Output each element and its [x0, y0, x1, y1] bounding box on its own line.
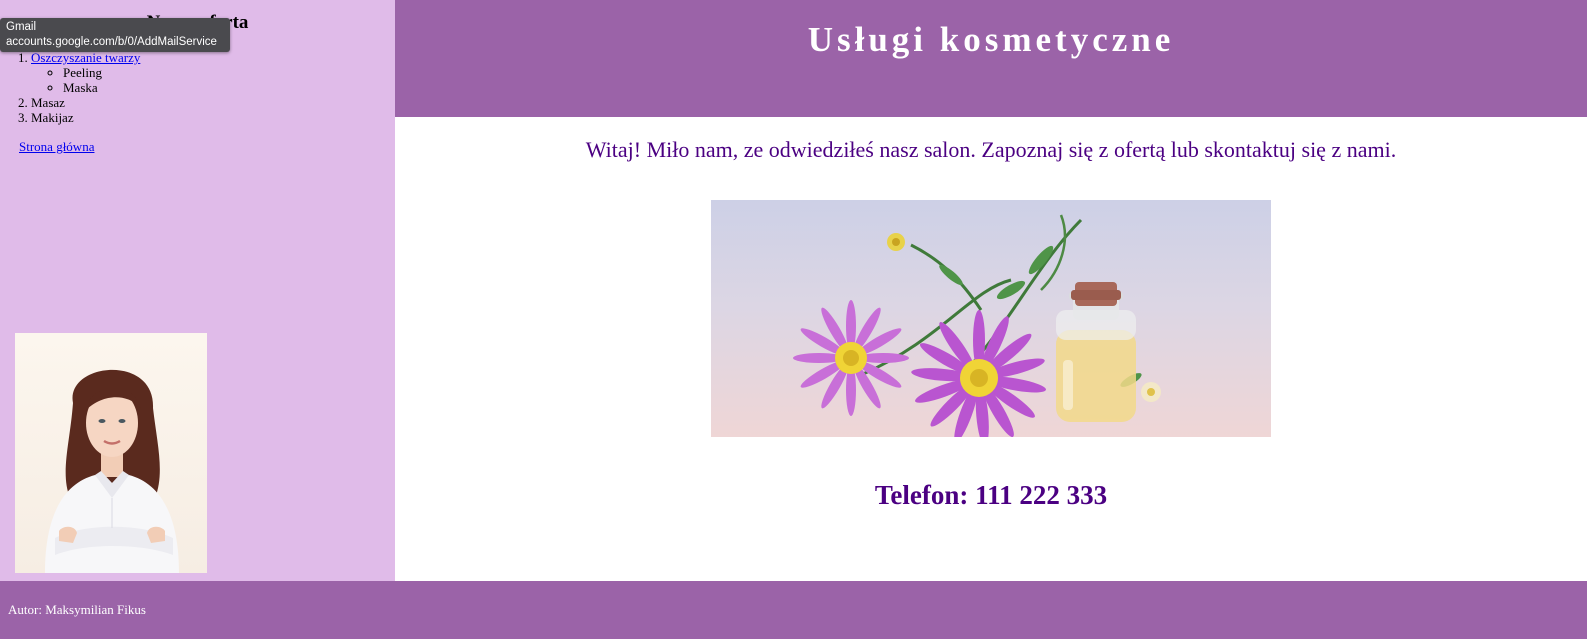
- portrait-photo: [15, 333, 207, 573]
- home-page-link[interactable]: Strona główna: [19, 139, 94, 155]
- offer-subitem-peeling: Peeling: [63, 65, 140, 80]
- main-content: Witaj! Miło nam, ze odwiedziłeś nasz sal…: [395, 117, 1587, 581]
- footer: Autor: Maksymilian Fikus: [0, 581, 1587, 639]
- banner-flowers-image: [711, 200, 1271, 437]
- offer-link-face-cleansing[interactable]: Oszczyszanie twarzy: [31, 50, 140, 65]
- welcome-text: Witaj! Miło nam, ze odwiedziłeś nasz sal…: [585, 137, 1397, 162]
- page-title: Usługi kosmetyczne: [807, 20, 1175, 59]
- banner-illustration: [793, 214, 1161, 437]
- sidebar: Nasza oferta Oszczyszanie twarzy Peeling…: [0, 0, 395, 581]
- offer-item-massage: Masaz: [31, 95, 140, 110]
- header: Usługi kosmetyczne: [395, 0, 1587, 117]
- offer-item-face-cleansing: Oszczyszanie twarzy Peeling Maska: [31, 50, 140, 95]
- tooltip-url: accounts.google.com/b/0/AddMailService: [6, 36, 217, 48]
- footer-author: Autor: Maksymilian Fikus: [8, 602, 146, 617]
- phone-number: Telefon: 111 222 333: [874, 480, 1108, 510]
- offer-item-makeup: Makijaz: [31, 110, 140, 125]
- offer-list: Oszczyszanie twarzy Peeling Maska Masaz …: [20, 50, 140, 125]
- offer-subitem-mask: Maska: [63, 80, 140, 95]
- tooltip-title: Gmail: [6, 21, 37, 33]
- portrait-illustration: [45, 369, 179, 573]
- browser-tooltip: Gmail accounts.google.com/b/0/AddMailSer…: [0, 18, 230, 52]
